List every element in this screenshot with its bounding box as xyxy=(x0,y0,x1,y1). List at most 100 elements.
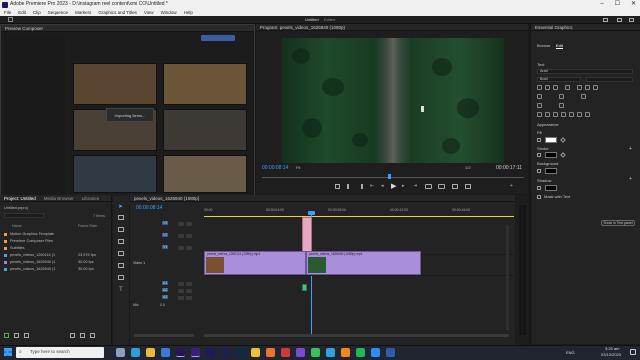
go-to-out-icon[interactable]: ⇥ xyxy=(413,184,419,189)
zoom-icon[interactable] xyxy=(371,348,380,357)
template-thumb-1[interactable] xyxy=(73,63,157,105)
workspace-tab-edited[interactable]: Edited xyxy=(324,16,335,24)
track-header[interactable]: A1 xyxy=(148,281,198,287)
store-icon[interactable] xyxy=(161,348,170,357)
add-marker-icon[interactable] xyxy=(335,184,340,189)
stroke-checkbox[interactable] xyxy=(537,153,541,157)
background-color-swatch[interactable] xyxy=(545,168,557,174)
track-mute-icon[interactable] xyxy=(186,282,192,286)
type-tool-icon[interactable]: T xyxy=(119,287,123,293)
col-name-header[interactable]: Name xyxy=(12,224,22,228)
extract-icon[interactable] xyxy=(438,184,445,189)
playhead-handle[interactable] xyxy=(308,211,315,215)
play-icon[interactable]: ▶ xyxy=(391,183,398,190)
new-bin-icon[interactable] xyxy=(70,333,75,338)
word-icon[interactable] xyxy=(386,348,395,357)
media-encoder-icon[interactable] xyxy=(221,348,230,357)
faux-italic-icon[interactable] xyxy=(545,112,550,117)
track-header[interactable]: A3 xyxy=(148,295,198,301)
align-top-icon[interactable] xyxy=(577,85,582,90)
track-lock-icon[interactable] xyxy=(178,289,184,293)
go-to-in-icon[interactable]: ⇤ xyxy=(370,184,376,189)
project-item-row[interactable]: pexels_videos_1626940 (1 30.00 fps xyxy=(4,266,94,272)
template-thumb-6[interactable] xyxy=(163,155,247,193)
list-view-icon[interactable] xyxy=(14,333,19,338)
step-forward-icon[interactable]: ▸ xyxy=(402,184,408,189)
lift-icon[interactable] xyxy=(425,184,432,189)
clock-time[interactable]: 3:25 am xyxy=(605,346,619,351)
track-mute-icon[interactable] xyxy=(186,296,192,300)
selection-tool-icon[interactable]: ➤ xyxy=(118,203,123,210)
hand-tool-icon[interactable] xyxy=(118,275,124,280)
project-search-input[interactable] xyxy=(4,213,44,218)
workspace-tab-untitled[interactable]: Untitled xyxy=(305,16,319,24)
minimize-button[interactable]: – xyxy=(600,0,603,9)
timeline-timecode[interactable]: 00:00:08:14 xyxy=(136,205,162,211)
align-center-icon[interactable] xyxy=(545,85,550,90)
track-name[interactable]: A3 xyxy=(162,295,169,299)
razor-tool-icon[interactable] xyxy=(118,239,124,244)
pen-tool-icon[interactable] xyxy=(118,263,124,268)
viber-icon[interactable] xyxy=(296,348,305,357)
track-name[interactable]: V1 xyxy=(162,245,169,249)
tab-project[interactable]: Project: Untitled xyxy=(4,195,36,201)
font-size-slider[interactable] xyxy=(586,77,633,82)
col-framerate-header[interactable]: Frame Rate xyxy=(78,224,97,228)
tracking-icon[interactable] xyxy=(537,94,542,99)
premiere-icon[interactable] xyxy=(191,348,200,357)
template-thumb-4[interactable] xyxy=(163,109,247,151)
close-button[interactable]: ✕ xyxy=(631,0,636,9)
add-shadow-icon[interactable]: + xyxy=(629,176,632,182)
ripple-edit-tool-icon[interactable] xyxy=(118,227,124,232)
track-lock-icon[interactable] xyxy=(178,296,184,300)
video-clip-1[interactable]: pexels_videos_1260114 (1080p).mp4 xyxy=(204,251,306,275)
timeline-zoom-scrollbar[interactable] xyxy=(134,334,194,337)
track-header[interactable]: V1 xyxy=(148,245,198,255)
edge-icon[interactable] xyxy=(131,348,140,357)
delete-icon[interactable] xyxy=(90,333,95,338)
align-right-icon[interactable] xyxy=(553,85,558,90)
track-header[interactable]: V2 xyxy=(148,233,198,243)
fill-eyedropper-icon[interactable] xyxy=(560,137,566,143)
track-name[interactable]: A2 xyxy=(162,288,169,292)
menu-markers[interactable]: Markers xyxy=(75,9,91,16)
leading-icon[interactable] xyxy=(581,94,586,99)
mark-out-icon[interactable] xyxy=(358,184,363,189)
template-thumb-2[interactable] xyxy=(163,63,247,105)
composer-action-button[interactable] xyxy=(201,35,235,41)
resolution-select[interactable]: 1/2 xyxy=(465,165,471,170)
timeline-horizontal-scrollbar[interactable] xyxy=(204,334,509,337)
program-playhead[interactable] xyxy=(388,174,391,179)
menu-sequence[interactable]: Sequence xyxy=(48,9,68,16)
background-checkbox[interactable] xyxy=(537,169,541,173)
subscript-icon[interactable] xyxy=(577,112,582,117)
track-mute-icon[interactable] xyxy=(186,289,192,293)
project-item-row[interactable]: Premiere Composer Files xyxy=(4,238,53,244)
align-left-icon[interactable] xyxy=(537,85,542,90)
menu-edit[interactable]: Edit xyxy=(18,9,26,16)
menu-help[interactable]: Help xyxy=(184,9,193,16)
track-name[interactable]: V2 xyxy=(162,233,169,237)
track-header[interactable]: V3 xyxy=(148,221,198,231)
underline-icon[interactable] xyxy=(585,112,590,117)
menu-clip[interactable]: Clip xyxy=(33,9,41,16)
task-view-icon[interactable] xyxy=(116,348,125,357)
pen-icon[interactable] xyxy=(4,333,9,338)
mask-with-text-checkbox[interactable] xyxy=(537,195,541,199)
premiere-taskbar-icon[interactable] xyxy=(176,348,185,357)
track-visibility-icon[interactable] xyxy=(186,246,192,250)
stroke-eyedropper-icon[interactable] xyxy=(560,152,566,158)
stroke-color-swatch[interactable] xyxy=(545,152,557,158)
track-visibility-icon[interactable] xyxy=(186,234,192,238)
time-ruler[interactable]: 00:00 00:00:04:00 00:00:08:00 00:00:12:00 00… xyxy=(204,207,514,215)
track-lock-icon[interactable] xyxy=(178,246,184,250)
fill-color-swatch[interactable] xyxy=(545,137,557,143)
after-effects-icon[interactable] xyxy=(206,348,215,357)
track-visibility-icon[interactable] xyxy=(186,222,192,226)
graphic-clip-v2[interactable] xyxy=(302,217,312,252)
font-style-select[interactable]: Bold xyxy=(537,77,581,82)
export-frame-icon[interactable] xyxy=(452,184,458,189)
show-in-text-panel-button[interactable]: Show in Text panel xyxy=(601,220,635,226)
track-name[interactable]: A1 xyxy=(162,281,169,285)
mark-in-icon[interactable] xyxy=(347,184,352,189)
